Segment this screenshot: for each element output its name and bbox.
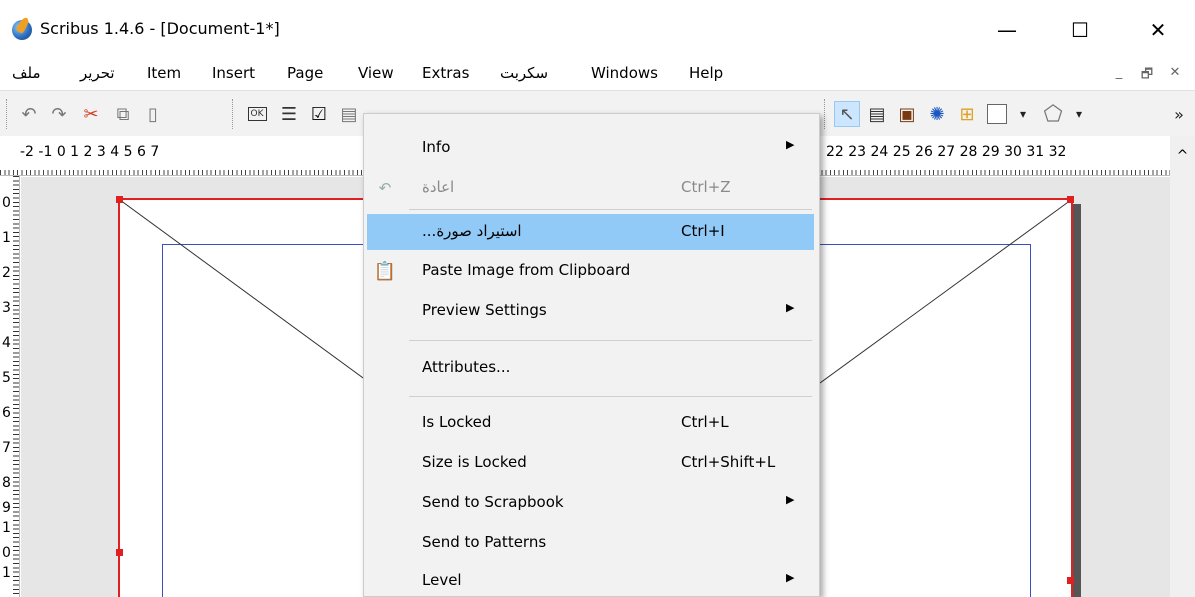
frame-handle-top-left[interactable]	[116, 196, 123, 203]
menu-separator	[409, 209, 812, 210]
frame-handle-top-right[interactable]	[1067, 196, 1074, 203]
frame-handle-mid-left[interactable]	[116, 549, 123, 556]
menu-item-send-to-scrapbook[interactable]: Send to Scrapbook ▶	[367, 485, 814, 521]
submenu-arrow-icon: ▶	[786, 493, 795, 506]
frame-handle-mid-right[interactable]	[1067, 577, 1074, 584]
menu-item-info[interactable]: Info ▶	[367, 130, 814, 166]
clipboard-icon: 📋	[373, 260, 397, 282]
menu-item-redo[interactable]: ↶ اعادة Ctrl+Z	[367, 170, 814, 206]
submenu-arrow-icon: ▶	[786, 301, 795, 314]
submenu-arrow-icon: ▶	[786, 571, 795, 584]
menu-separator	[409, 340, 812, 341]
menu-item-attributes[interactable]: Attributes...	[367, 350, 814, 386]
menu-item-size-locked[interactable]: Size is Locked Ctrl+Shift+L	[367, 445, 814, 481]
context-menu: Info ▶ ↶ اعادة Ctrl+Z ...استيراد صورة Ct…	[363, 113, 820, 597]
menu-item-send-to-patterns[interactable]: Send to Patterns	[367, 525, 814, 561]
menu-item-preview-settings[interactable]: Preview Settings ▶	[367, 293, 814, 329]
menu-item-paste-image[interactable]: 📋 Paste Image from Clipboard	[367, 253, 814, 289]
menu-separator	[409, 396, 812, 397]
submenu-arrow-icon: ▶	[786, 138, 795, 151]
redo-icon: ↶	[378, 179, 392, 197]
menu-item-import-image[interactable]: ...استيراد صورة Ctrl+I	[367, 214, 814, 250]
menu-item-level[interactable]: Level ▶	[367, 563, 814, 597]
menu-item-is-locked[interactable]: Is Locked Ctrl+L	[367, 405, 814, 441]
